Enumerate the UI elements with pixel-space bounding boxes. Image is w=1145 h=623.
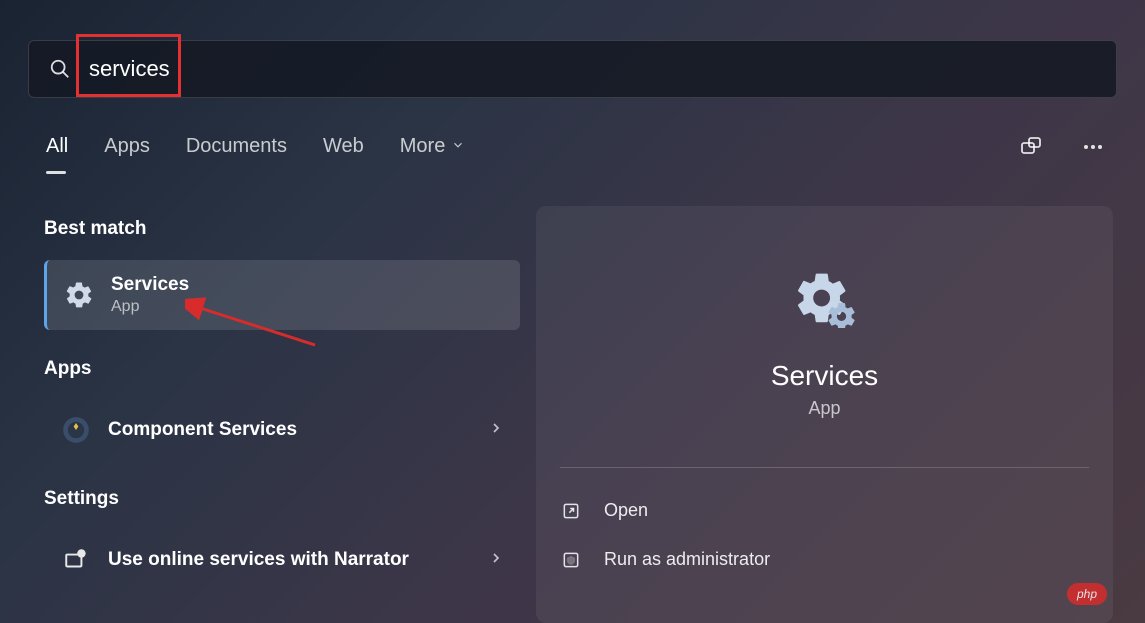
tab-documents[interactable]: Documents <box>186 135 287 164</box>
shield-icon <box>560 550 582 570</box>
narrator-icon <box>60 544 92 576</box>
tab-more[interactable]: More <box>400 135 466 164</box>
action-label: Open <box>604 500 648 521</box>
header-actions <box>1019 135 1105 159</box>
result-narrator-services[interactable]: Use online services with Narrator <box>44 530 520 590</box>
section-apps: Apps <box>44 358 520 380</box>
text-post: with Narrator <box>285 549 409 570</box>
text-bold: services <box>209 549 285 570</box>
action-label: Run as administrator <box>604 549 770 570</box>
gear-icon <box>63 279 95 311</box>
details-subtitle: App <box>808 398 840 419</box>
result-text: Component Services <box>108 419 488 441</box>
result-text: Services App <box>111 274 504 316</box>
result-component-services[interactable]: Component Services <box>44 400 520 460</box>
component-services-icon <box>60 414 92 446</box>
result-services[interactable]: Services App <box>44 260 520 330</box>
result-title: Use online services with Narrator <box>108 549 488 571</box>
text-pre: Component <box>108 419 219 440</box>
open-icon <box>560 501 582 521</box>
result-subtitle: App <box>111 298 504 316</box>
action-open[interactable]: Open <box>560 486 1089 535</box>
chevron-right-icon <box>488 420 504 441</box>
search-bar[interactable] <box>28 40 1117 98</box>
divider <box>560 467 1089 468</box>
search-input[interactable] <box>89 56 1096 82</box>
tab-web[interactable]: Web <box>323 135 364 164</box>
search-icon <box>49 58 71 80</box>
tab-more-label: More <box>400 135 446 158</box>
chat-icon[interactable] <box>1019 135 1043 159</box>
chevron-down-icon <box>451 135 465 158</box>
details-title: Services <box>771 360 878 392</box>
more-options-icon[interactable] <box>1081 135 1105 159</box>
tab-all[interactable]: All <box>46 135 68 164</box>
text-bold: Services <box>219 419 297 440</box>
action-run-admin[interactable]: Run as administrator <box>560 535 1089 584</box>
details-actions: Open Run as administrator <box>560 486 1089 584</box>
watermark: php <box>1067 583 1107 605</box>
section-settings: Settings <box>44 488 520 510</box>
result-text: Use online services with Narrator <box>108 549 488 571</box>
result-title: Services <box>111 274 504 296</box>
details-gear-icon <box>793 266 857 330</box>
chevron-right-icon <box>488 550 504 571</box>
filter-tabs: All Apps Documents Web More <box>46 135 465 164</box>
search-results: Best match Services App Apps Component S… <box>44 218 520 596</box>
section-best-match: Best match <box>44 218 520 240</box>
details-panel: Services App Open Run as administrator <box>536 206 1113 623</box>
result-title: Component Services <box>108 419 488 441</box>
text-pre: Use online <box>108 549 209 570</box>
tab-apps[interactable]: Apps <box>104 135 150 164</box>
